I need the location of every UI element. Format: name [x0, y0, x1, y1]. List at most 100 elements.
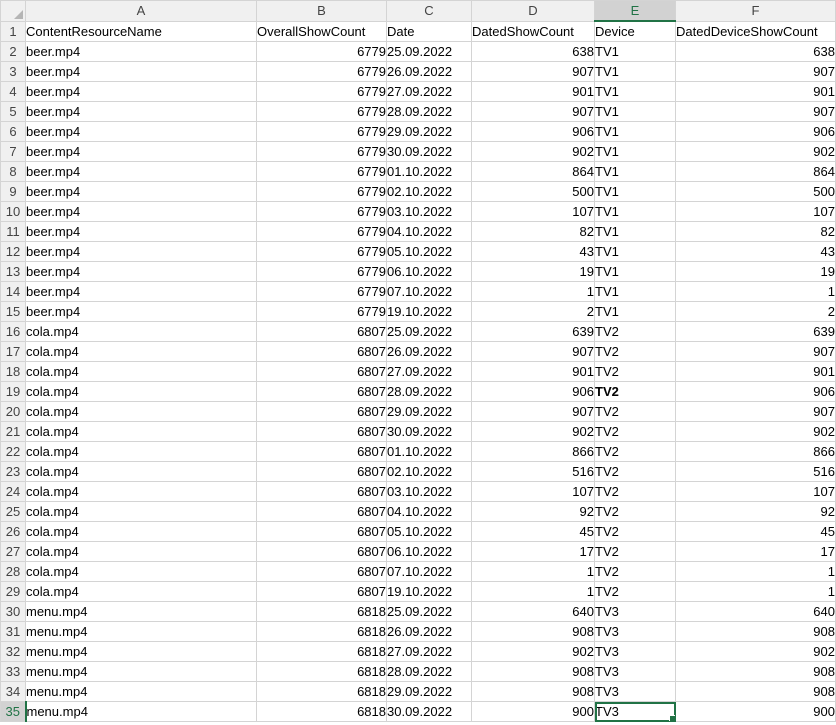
table-cell[interactable]: 03.10.2022: [386, 201, 472, 222]
row-header[interactable]: 26: [0, 521, 26, 542]
table-cell[interactable]: TV1: [594, 101, 676, 122]
table-cell[interactable]: 902: [471, 641, 595, 662]
select-all-button[interactable]: [0, 0, 26, 22]
table-cell[interactable]: 27.09.2022: [386, 641, 472, 662]
row-header[interactable]: 34: [0, 681, 26, 702]
table-cell[interactable]: 19: [675, 261, 836, 282]
table-cell[interactable]: 6807: [256, 581, 387, 602]
table-cell[interactable]: TV1: [594, 261, 676, 282]
table-cell[interactable]: 107: [471, 481, 595, 502]
table-cell[interactable]: 907: [471, 101, 595, 122]
table-cell[interactable]: 6818: [256, 661, 387, 682]
table-cell[interactable]: 6779: [256, 161, 387, 182]
table-cell[interactable]: cola.mp4: [25, 421, 257, 442]
row-header[interactable]: 33: [0, 661, 26, 682]
row-header[interactable]: 31: [0, 621, 26, 642]
column-header-c[interactable]: C: [386, 0, 472, 22]
table-cell[interactable]: TV2: [594, 581, 676, 602]
table-cell[interactable]: 25.09.2022: [386, 41, 472, 62]
table-cell[interactable]: 907: [675, 61, 836, 82]
row-header[interactable]: 20: [0, 401, 26, 422]
row-header[interactable]: 11: [0, 221, 26, 242]
table-cell[interactable]: 43: [471, 241, 595, 262]
table-cell[interactable]: 901: [471, 361, 595, 382]
table-cell[interactable]: 6807: [256, 561, 387, 582]
row-header[interactable]: 17: [0, 341, 26, 362]
header-cell[interactable]: OverallShowCount: [256, 20, 387, 42]
table-cell[interactable]: TV2: [594, 501, 676, 522]
row-header[interactable]: 25: [0, 501, 26, 522]
table-cell[interactable]: 6779: [256, 221, 387, 242]
table-cell[interactable]: 900: [675, 701, 836, 722]
table-cell[interactable]: 17: [675, 541, 836, 562]
header-cell[interactable]: DatedShowCount: [471, 20, 595, 42]
column-header-a[interactable]: A: [25, 0, 257, 22]
table-cell[interactable]: TV1: [594, 201, 676, 222]
table-cell[interactable]: 900: [471, 701, 595, 722]
table-cell[interactable]: TV2: [594, 321, 676, 342]
row-header[interactable]: 5: [0, 101, 26, 122]
table-cell[interactable]: 640: [471, 601, 595, 622]
table-cell[interactable]: 19.10.2022: [386, 301, 472, 322]
table-cell[interactable]: 516: [675, 461, 836, 482]
table-cell[interactable]: 6779: [256, 241, 387, 262]
table-cell[interactable]: 26.09.2022: [386, 61, 472, 82]
table-cell[interactable]: 902: [471, 141, 595, 162]
table-cell[interactable]: beer.mp4: [25, 121, 257, 142]
selected-cell[interactable]: TV3: [594, 701, 676, 722]
table-cell[interactable]: 500: [675, 181, 836, 202]
table-cell[interactable]: beer.mp4: [25, 161, 257, 182]
table-cell[interactable]: 07.10.2022: [386, 561, 472, 582]
table-cell[interactable]: 866: [675, 441, 836, 462]
table-cell[interactable]: 908: [675, 621, 836, 642]
table-cell[interactable]: 6807: [256, 441, 387, 462]
table-cell[interactable]: 29.09.2022: [386, 121, 472, 142]
table-cell[interactable]: TV3: [594, 661, 676, 682]
table-cell[interactable]: cola.mp4: [25, 541, 257, 562]
table-cell[interactable]: 902: [675, 421, 836, 442]
table-cell[interactable]: 907: [675, 341, 836, 362]
row-header[interactable]: 35: [0, 701, 27, 722]
table-cell[interactable]: 907: [471, 341, 595, 362]
table-cell[interactable]: 1: [471, 581, 595, 602]
table-cell[interactable]: TV1: [594, 141, 676, 162]
table-cell[interactable]: 6807: [256, 501, 387, 522]
table-cell[interactable]: 1: [471, 281, 595, 302]
table-cell[interactable]: 28.09.2022: [386, 661, 472, 682]
table-cell[interactable]: 864: [471, 161, 595, 182]
table-cell[interactable]: 30.09.2022: [386, 701, 472, 722]
row-header[interactable]: 27: [0, 541, 26, 562]
table-cell[interactable]: 902: [471, 421, 595, 442]
table-cell[interactable]: 906: [675, 121, 836, 142]
table-cell[interactable]: 05.10.2022: [386, 521, 472, 542]
table-cell[interactable]: 6779: [256, 281, 387, 302]
table-cell[interactable]: 30.09.2022: [386, 141, 472, 162]
table-cell[interactable]: TV2: [594, 561, 676, 582]
table-cell[interactable]: 04.10.2022: [386, 501, 472, 522]
row-header[interactable]: 14: [0, 281, 26, 302]
table-cell[interactable]: cola.mp4: [25, 521, 257, 542]
table-cell[interactable]: 2: [675, 301, 836, 322]
table-cell[interactable]: 6807: [256, 541, 387, 562]
table-cell[interactable]: cola.mp4: [25, 321, 257, 342]
table-cell[interactable]: 6779: [256, 301, 387, 322]
fill-handle[interactable]: [669, 715, 675, 721]
table-cell[interactable]: 45: [471, 521, 595, 542]
table-cell[interactable]: menu.mp4: [25, 701, 257, 722]
table-cell[interactable]: 908: [471, 621, 595, 642]
table-cell[interactable]: 6807: [256, 321, 387, 342]
table-cell[interactable]: menu.mp4: [25, 661, 257, 682]
table-cell[interactable]: 02.10.2022: [386, 461, 472, 482]
table-cell[interactable]: 6807: [256, 401, 387, 422]
table-cell[interactable]: TV2: [594, 341, 676, 362]
table-cell[interactable]: 82: [675, 221, 836, 242]
table-cell[interactable]: 6779: [256, 261, 387, 282]
row-header[interactable]: 32: [0, 641, 26, 662]
header-cell[interactable]: DatedDeviceShowCount: [675, 20, 836, 42]
table-cell[interactable]: menu.mp4: [25, 601, 257, 622]
table-cell[interactable]: 1: [471, 561, 595, 582]
table-cell[interactable]: 06.10.2022: [386, 261, 472, 282]
row-header[interactable]: 30: [0, 601, 26, 622]
table-cell[interactable]: 25.09.2022: [386, 321, 472, 342]
row-header[interactable]: 12: [0, 241, 26, 262]
